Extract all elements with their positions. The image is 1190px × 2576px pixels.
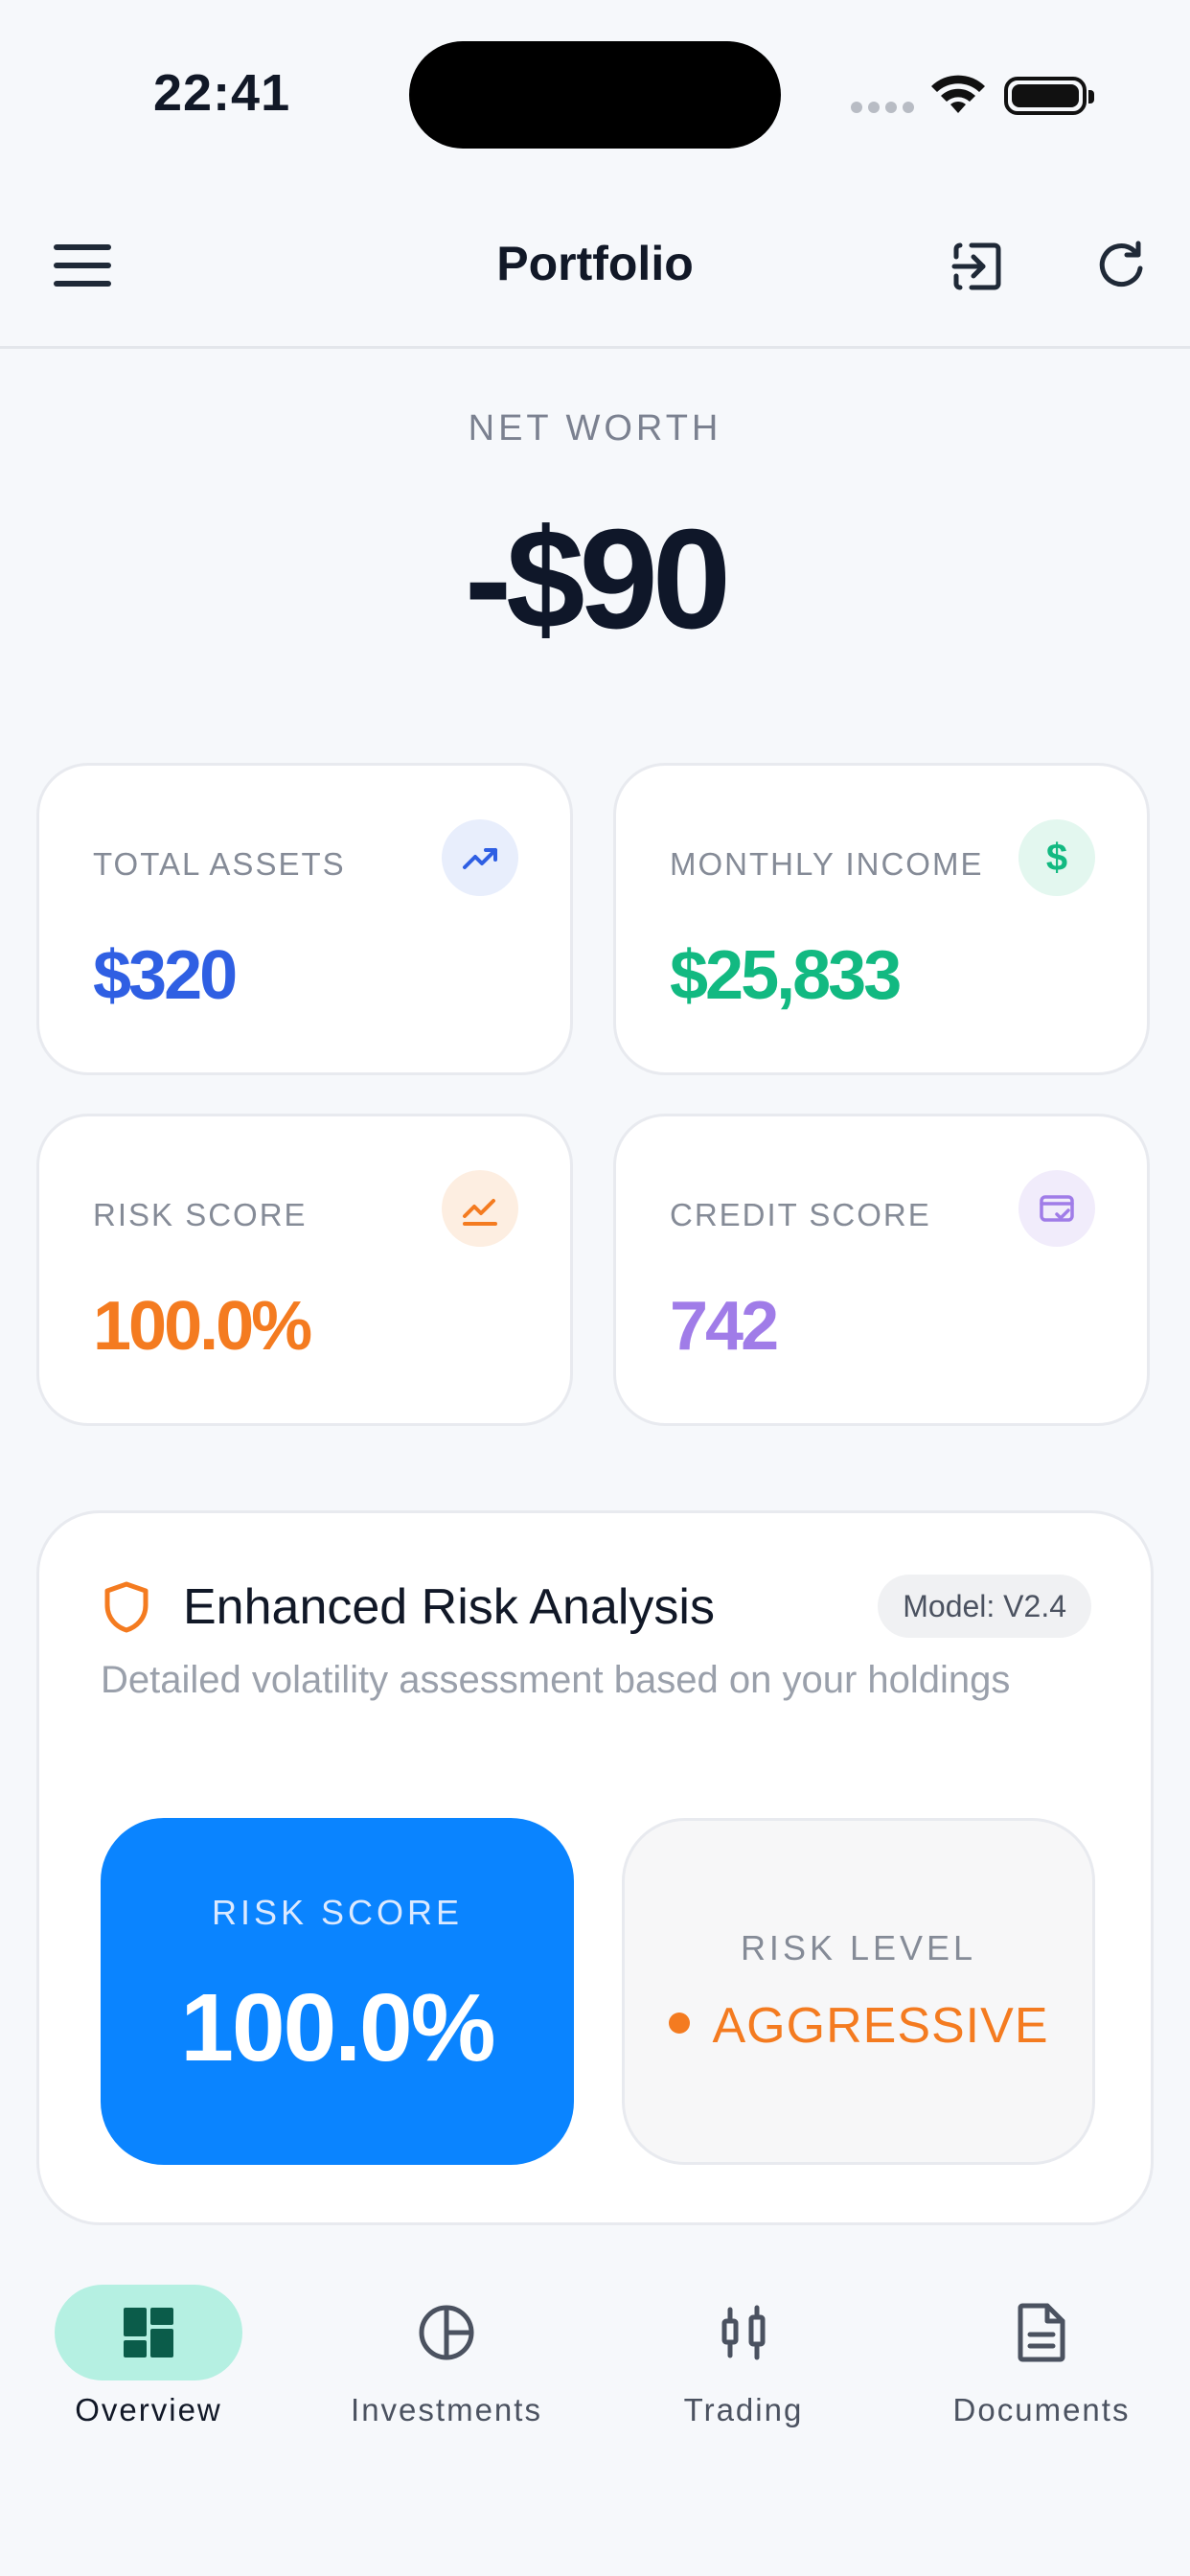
card-value: $320 xyxy=(93,937,238,1014)
risk-analysis-title: Enhanced Risk Analysis xyxy=(183,1579,715,1635)
app-header: Portfolio xyxy=(0,192,1190,349)
risk-score-card[interactable]: RISK SCORE 100.0% xyxy=(36,1114,573,1426)
card-label: CREDIT SCORE xyxy=(670,1197,931,1232)
tab-label: Overview xyxy=(75,2392,222,2427)
pie-chart-icon xyxy=(353,2285,540,2380)
card-value: $25,833 xyxy=(670,937,902,1014)
document-icon xyxy=(948,2285,1135,2380)
risk-score-tile: RISK SCORE 100.0% xyxy=(101,1818,574,2165)
candlestick-icon xyxy=(650,2285,837,2380)
card-value: 742 xyxy=(670,1288,779,1365)
chart-up-icon xyxy=(442,1170,518,1247)
risk-level-label: RISK LEVEL xyxy=(740,1928,977,1967)
model-version-badge: Model: V2.4 xyxy=(878,1575,1091,1638)
dashboard-icon xyxy=(55,2285,242,2380)
credit-card-icon xyxy=(1018,1170,1095,1247)
tab-overview[interactable]: Overview xyxy=(24,2285,273,2428)
credit-score-card[interactable]: CREDIT SCORE 742 xyxy=(613,1114,1150,1426)
total-assets-card[interactable]: TOTAL ASSETS $320 xyxy=(36,763,573,1075)
risk-level-value: AGGRESSIVE xyxy=(625,1997,1092,2055)
tab-label: Trading xyxy=(683,2392,804,2427)
wifi-icon xyxy=(931,75,985,113)
battery-icon xyxy=(1004,77,1094,115)
shield-icon xyxy=(104,1581,149,1633)
status-dot-icon xyxy=(668,2012,690,2035)
card-label: MONTHLY INCOME xyxy=(670,846,984,882)
logout-icon[interactable] xyxy=(947,236,1008,297)
status-bar: 22:41 xyxy=(0,0,1190,192)
tab-documents[interactable]: Documents xyxy=(917,2285,1166,2428)
net-worth-value: -$90 xyxy=(464,500,731,658)
cellular-signal-icon xyxy=(851,102,914,113)
page-title: Portfolio xyxy=(496,237,694,290)
risk-score-label: RISK SCORE xyxy=(211,1893,464,1932)
net-worth-label: NET WORTH xyxy=(468,408,722,448)
tab-label: Investments xyxy=(351,2392,542,2427)
card-value: 100.0% xyxy=(93,1288,312,1365)
card-label: RISK SCORE xyxy=(93,1197,308,1232)
status-time: 22:41 xyxy=(153,64,291,122)
monthly-income-card[interactable]: MONTHLY INCOME $25,833 $ xyxy=(613,763,1150,1075)
risk-score-value: 100.0% xyxy=(180,1974,495,2082)
bottom-tab-bar: Overview Investments Trading Documents xyxy=(0,2242,1190,2576)
trending-up-icon xyxy=(442,819,518,896)
tab-investments[interactable]: Investments xyxy=(322,2285,571,2428)
tab-trading[interactable]: Trading xyxy=(619,2285,868,2428)
card-label: TOTAL ASSETS xyxy=(93,846,346,882)
portfolio-screen: 22:41 Portfolio NET WORTH -$90 TOTAL ASS… xyxy=(0,0,1190,2576)
risk-analysis-description: Detailed volatility assessment based on … xyxy=(101,1659,1011,1701)
refresh-icon[interactable] xyxy=(1090,236,1152,297)
dynamic-island xyxy=(409,41,781,149)
risk-level-tile: RISK LEVEL AGGRESSIVE xyxy=(622,1818,1095,2165)
tab-label: Documents xyxy=(952,2392,1131,2427)
risk-level-text: AGGRESSIVE xyxy=(712,1998,1049,2054)
risk-analysis-card: Enhanced Risk Analysis Model: V2.4 Detai… xyxy=(36,1510,1154,2225)
dollar-icon: $ xyxy=(1018,819,1095,896)
